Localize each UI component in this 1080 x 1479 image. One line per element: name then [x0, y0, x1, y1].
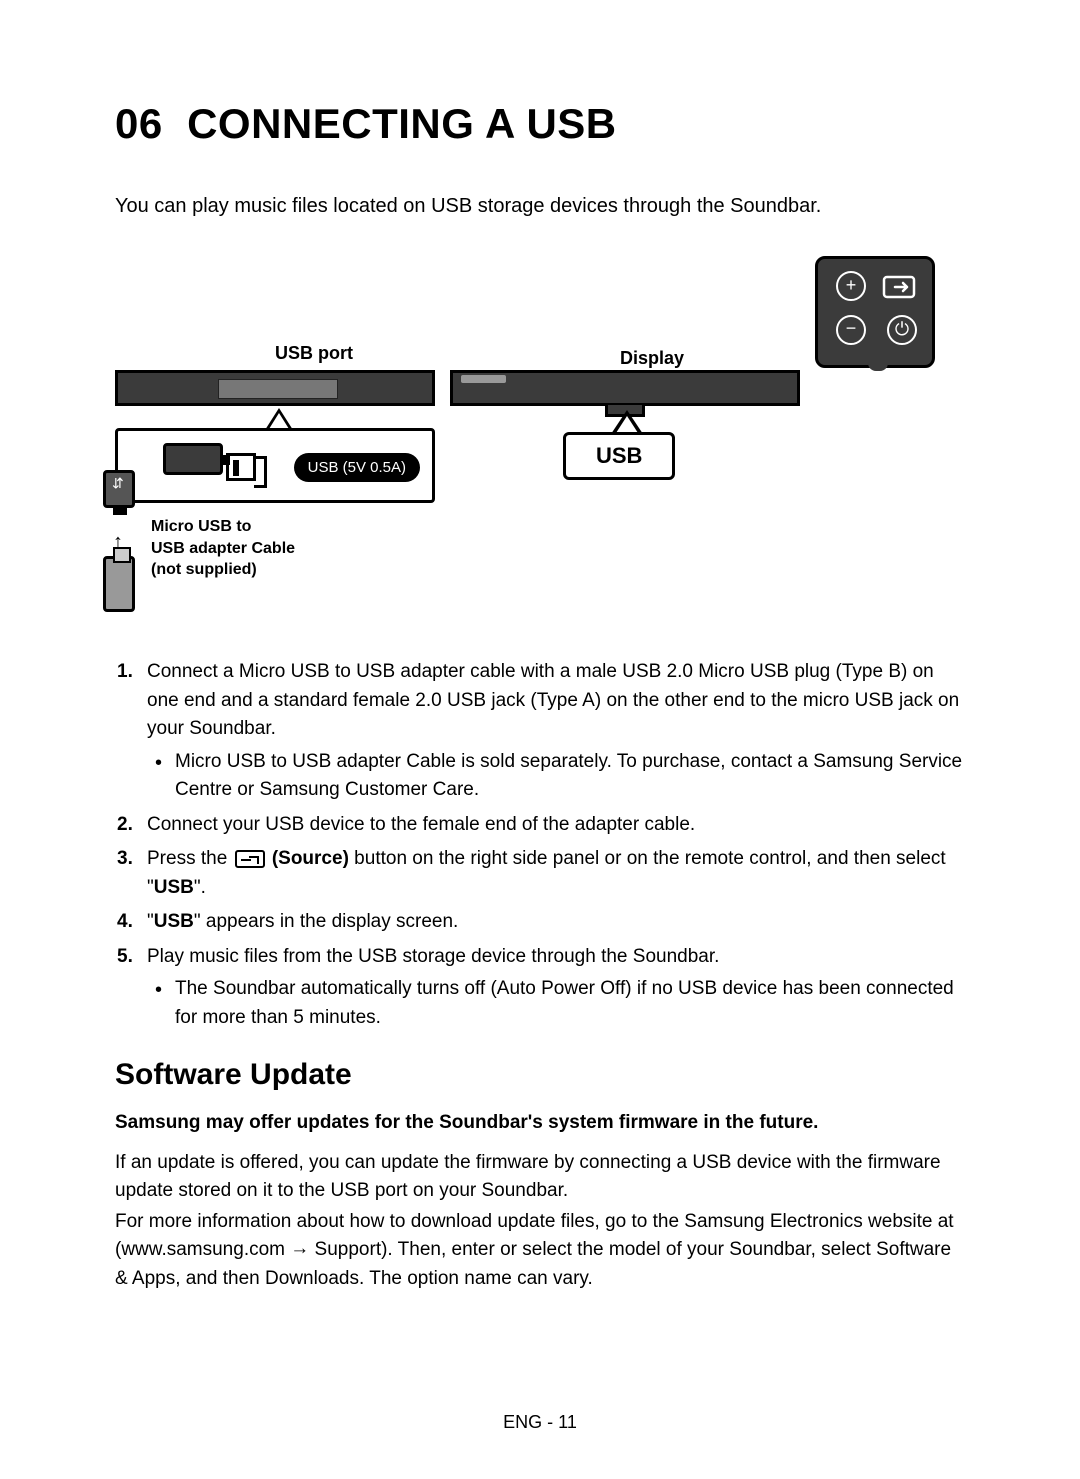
section-number: 06: [115, 100, 163, 147]
software-update-paragraph-2: For more information about how to downlo…: [115, 1208, 965, 1294]
step-1: Connect a Micro USB to USB adapter cable…: [147, 658, 965, 805]
usb-port-spec-label: USB (5V 0.5A): [294, 453, 420, 482]
remote-control-illustration: + − ⏻: [815, 256, 935, 368]
step-2: Connect your USB device to the female en…: [147, 811, 965, 840]
instruction-list: Connect a Micro USB to USB adapter cable…: [115, 658, 965, 1032]
software-update-note: Samsung may offer updates for the Soundb…: [115, 1110, 965, 1137]
volume-down-icon: −: [836, 315, 866, 345]
step-1-note: Micro USB to USB adapter Cable is sold s…: [175, 748, 965, 805]
page-number: ENG - 11: [0, 1412, 1080, 1433]
source-button-icon: [235, 850, 265, 868]
micro-usb-plug-icon: [163, 443, 223, 475]
usb-port-label: USB port: [275, 343, 353, 364]
usb-display-badge: USB: [563, 432, 675, 480]
soundbar-front-view: [450, 370, 800, 406]
volume-up-icon: +: [836, 271, 866, 301]
usb-flash-drive-icon: [103, 556, 135, 612]
usb-adapter-end-icon: [103, 470, 135, 508]
source-icon: [881, 271, 917, 301]
software-update-heading: Software Update: [115, 1058, 965, 1092]
section-title: 06 CONNECTING A USB: [115, 100, 965, 148]
step-3: Press the (Source) button on the right s…: [147, 845, 965, 902]
software-update-paragraph-1: If an update is offered, you can update …: [115, 1149, 965, 1206]
micro-usb-cable-label: Micro USB to USB adapter Cable (not supp…: [151, 516, 295, 581]
section-heading: CONNECTING A USB: [187, 100, 617, 147]
micro-usb-port-icon: [226, 453, 256, 481]
soundbar-bottom-view: [115, 370, 435, 406]
connection-diagram: USB port Display + − ⏻ USB (5V 0.5A): [115, 248, 965, 628]
power-icon: ⏻: [887, 315, 917, 345]
display-label: Display: [620, 348, 684, 369]
step-5: Play music files from the USB storage de…: [147, 943, 965, 1033]
step-4: "USB" appears in the display screen.: [147, 908, 965, 937]
step-5-note: The Soundbar automatically turns off (Au…: [175, 975, 965, 1032]
intro-text: You can play music files located on USB …: [115, 192, 965, 220]
arrow-right-glyph: →: [290, 1235, 309, 1264]
